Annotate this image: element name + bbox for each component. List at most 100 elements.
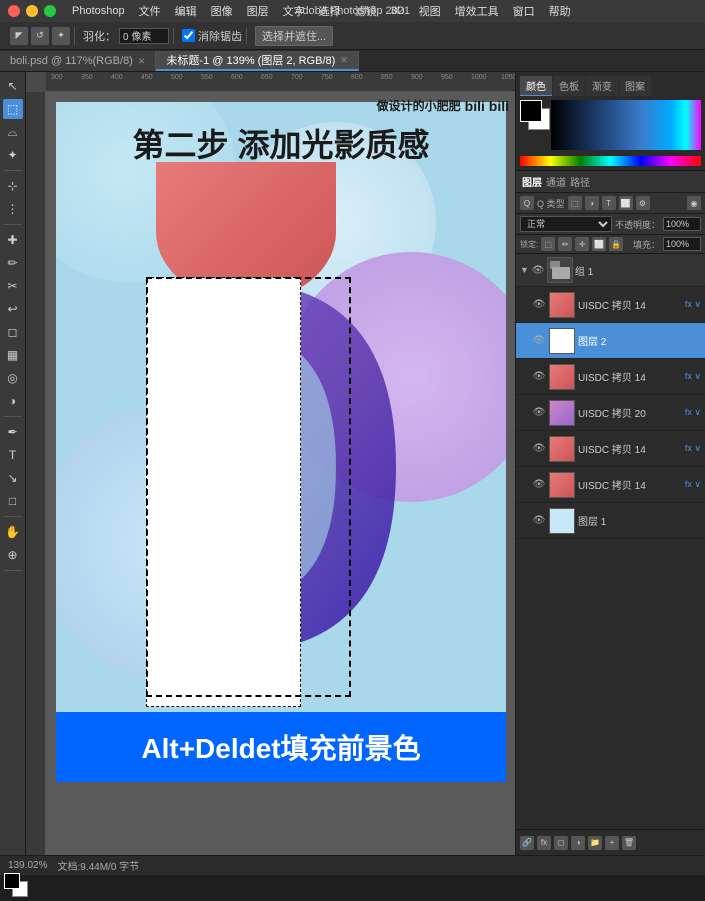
type-tool[interactable]: T <box>3 445 23 465</box>
layer-item-2[interactable]: 👁 UISDC 拷贝 14 fx ∨ <box>516 359 705 395</box>
menu-edit[interactable]: 编辑 <box>169 3 203 19</box>
layer-bottom-eye[interactable]: 👁 <box>532 514 546 528</box>
brush-tool[interactable]: ✏ <box>3 253 23 273</box>
tab-gradient[interactable]: 渐变 <box>586 76 618 96</box>
clone-stamp-tool[interactable]: ✂ <box>3 276 23 296</box>
delete-layer-button[interactable]: 🗑 <box>622 836 636 850</box>
tab-layers-label[interactable]: 图层 <box>522 174 542 189</box>
layer-0-eye[interactable]: 👁 <box>532 298 546 312</box>
lock-all-icon[interactable]: 🔒 <box>609 237 623 251</box>
lock-artboard-icon[interactable]: ⬜ <box>592 237 606 251</box>
tool-group-feather: 羽化： <box>79 28 174 44</box>
add-mask-button[interactable]: ◻ <box>554 836 568 850</box>
layer-2-fx[interactable]: fx ∨ <box>685 371 701 382</box>
healing-brush-tool[interactable]: ✚ <box>3 230 23 250</box>
blur-tool[interactable]: ◎ <box>3 368 23 388</box>
filter-pixel-icon[interactable]: ⬚ <box>568 196 582 210</box>
tab-paths-label[interactable]: 路径 <box>570 174 590 189</box>
crop-tool[interactable]: ⊹ <box>3 176 23 196</box>
filter-type2-icon[interactable]: T <box>602 196 616 210</box>
layer-group-1[interactable]: ▼ 👁 组 1 <box>516 254 705 287</box>
rectangular-marquee-tool[interactable]: ◤ <box>10 27 28 45</box>
layer-item-0[interactable]: 👁 UISDC 拷贝 14 fx ∨ <box>516 287 705 323</box>
maximize-button[interactable] <box>44 5 56 17</box>
opacity-input[interactable] <box>663 217 701 231</box>
feather-input[interactable] <box>119 28 169 44</box>
layer-item-4[interactable]: 👁 UISDC 拷贝 14 fx ∨ <box>516 431 705 467</box>
tab-untitled[interactable]: 未标题-1 @ 139% (图层 2, RGB/8) ✕ <box>156 51 358 71</box>
new-layer-button[interactable]: + <box>605 836 619 850</box>
layer-3-thumb <box>549 400 575 426</box>
eraser-tool[interactable]: ◻ <box>3 322 23 342</box>
menu-image[interactable]: 图像 <box>205 3 239 19</box>
shape-tool[interactable]: □ <box>3 491 23 511</box>
lasso-tool[interactable]: ⌓ <box>3 122 23 142</box>
fg-color-box[interactable] <box>520 100 542 122</box>
layer-1-eye[interactable]: 👁 <box>532 334 546 348</box>
lock-position-icon[interactable]: ✛ <box>575 237 589 251</box>
tab-untitled-close[interactable]: ✕ <box>340 55 348 66</box>
tab-boli[interactable]: boli.psd @ 117%(RGB/8) ✕ <box>0 51 156 71</box>
dodge-tool[interactable]: ◑ <box>3 391 23 411</box>
tab-boli-close[interactable]: ✕ <box>138 56 146 67</box>
canvas-content[interactable]: 第二步 添加光影质感 Alt+Deldet填充前景色 做设计的小肥肥 bili … <box>46 92 515 855</box>
filter-type-icon[interactable]: Q <box>520 196 534 210</box>
fx-button[interactable]: fx <box>537 836 551 850</box>
layer-item-1[interactable]: 👁 图层 2 <box>516 323 705 359</box>
menu-view[interactable]: 视图 <box>413 3 447 19</box>
menu-layer[interactable]: 图层 <box>241 3 275 19</box>
marquee-tool[interactable]: ⬚ <box>3 99 23 119</box>
layer-4-fx[interactable]: fx ∨ <box>685 443 701 454</box>
blend-mode-select[interactable]: 正常 <box>520 216 612 232</box>
magic-wand-tool[interactable]: ✦ <box>3 145 23 165</box>
pen-tool[interactable]: ✒ <box>3 422 23 442</box>
layer-item-5[interactable]: 👁 UISDC 拷贝 14 fx ∨ <box>516 467 705 503</box>
hand-tool[interactable]: ✋ <box>3 522 23 542</box>
fill-input[interactable] <box>663 237 701 251</box>
layer-1-name: 图层 2 <box>578 333 698 348</box>
menu-help[interactable]: 帮助 <box>543 3 577 19</box>
link-layers-button[interactable]: 🔗 <box>520 836 534 850</box>
lasso-tool[interactable]: ↺ <box>31 27 49 45</box>
layer-item-3[interactable]: 👁 UISDC 拷贝 20 fx ∨ <box>516 395 705 431</box>
layer-2-eye[interactable]: 👁 <box>532 370 546 384</box>
new-group-button[interactable]: 📁 <box>588 836 602 850</box>
spectrum-bar[interactable] <box>520 156 701 166</box>
tab-color[interactable]: 颜色 <box>520 76 552 96</box>
menu-file[interactable]: 文件 <box>133 3 167 19</box>
move-tool[interactable]: ↖ <box>3 76 23 96</box>
filter-shape-icon[interactable]: ⬜ <box>619 196 633 210</box>
lock-pixels-icon[interactable]: ✏ <box>558 237 572 251</box>
tab-patterns[interactable]: 图案 <box>619 76 651 96</box>
minimize-button[interactable] <box>26 5 38 17</box>
zoom-tool[interactable]: ⊕ <box>3 545 23 565</box>
layer-5-eye[interactable]: 👁 <box>532 478 546 492</box>
tab-swatches[interactable]: 色板 <box>553 76 585 96</box>
eyedropper-tool[interactable]: ⋮ <box>3 199 23 219</box>
tab-channels-label[interactable]: 通道 <box>546 174 566 189</box>
canvas-area[interactable]: 3003504004505005506006507007508008509009… <box>26 72 515 855</box>
filter-adj-icon[interactable]: ◑ <box>585 196 599 210</box>
layer-4-eye[interactable]: 👁 <box>532 442 546 456</box>
layer-3-eye[interactable]: 👁 <box>532 406 546 420</box>
layer-3-fx[interactable]: fx ∨ <box>685 407 701 418</box>
new-fill-layer-button[interactable]: ◑ <box>571 836 585 850</box>
magic-wand-tool[interactable]: ✦ <box>52 27 70 45</box>
lock-transparent-icon[interactable]: ⬚ <box>541 237 555 251</box>
path-selection-tool[interactable]: ↘ <box>3 468 23 488</box>
filter-toggle[interactable]: ◉ <box>687 196 701 210</box>
history-brush-tool[interactable]: ↩ <box>3 299 23 319</box>
layer-5-fx[interactable]: fx ∨ <box>685 479 701 490</box>
layer-0-fx[interactable]: fx ∨ <box>685 299 701 310</box>
layer-bottom[interactable]: 👁 图层 1 <box>516 503 705 539</box>
menu-window[interactable]: 窗口 <box>507 3 541 19</box>
gradient-tool[interactable]: ▦ <box>3 345 23 365</box>
close-button[interactable] <box>8 5 20 17</box>
group-name: 组 1 <box>575 263 701 278</box>
group-visibility-eye[interactable]: 👁 <box>531 263 545 277</box>
tool-group-antialiase: 消除锯齿 <box>178 28 247 44</box>
select-and-mask-button[interactable]: 选择并遮住... <box>255 26 333 46</box>
menu-plugins[interactable]: 增效工具 <box>449 3 505 19</box>
filter-smart-icon[interactable]: ⚙ <box>636 196 650 210</box>
anti-alias-checkbox[interactable] <box>182 29 195 42</box>
